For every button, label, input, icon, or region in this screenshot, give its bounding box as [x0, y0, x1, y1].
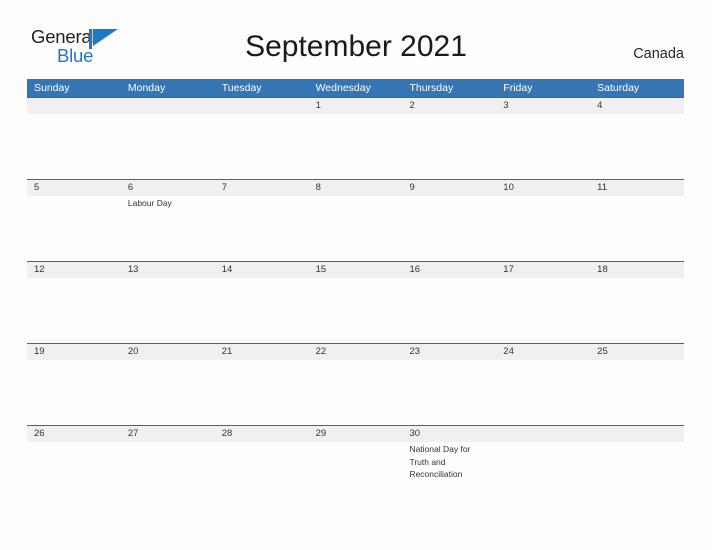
- day-number: 10: [503, 182, 514, 193]
- day-number: 12: [34, 264, 45, 275]
- weekday-header-tuesday: Tuesday: [221, 82, 262, 94]
- weekday-header-monday: Monday: [127, 82, 166, 94]
- day-cell[interactable]: 1: [309, 98, 403, 179]
- day-cell[interactable]: 29: [309, 426, 403, 507]
- weekday-header-wednesday: Wednesday: [315, 82, 371, 94]
- day-cell[interactable]: 6 Labour Day: [121, 180, 215, 261]
- day-number: 4: [597, 100, 603, 111]
- day-number: 28: [221, 428, 233, 439]
- day-cell[interactable]: 3: [496, 98, 590, 179]
- day-cell[interactable]: 25: [590, 344, 684, 425]
- day-cell[interactable]: 18: [590, 262, 684, 343]
- day-cell[interactable]: 17: [496, 262, 590, 343]
- calendar-week-row: 1 2 3 4: [27, 97, 684, 179]
- day-cell[interactable]: 23: [402, 344, 496, 425]
- day-number: 2: [409, 100, 415, 111]
- day-cell[interactable]: 13: [121, 262, 215, 343]
- day-number: 11: [597, 182, 608, 193]
- day-number: 8: [315, 182, 321, 193]
- calendar-week-row: 26 27 28 29 30 National Day for Truth an…: [27, 425, 684, 507]
- day-cell[interactable]: [121, 98, 215, 179]
- day-cell[interactable]: 16: [402, 262, 496, 343]
- weekday-header-row: Sunday Monday Tuesday Wednesday Thursday…: [27, 79, 684, 97]
- weekday-header-sunday: Sunday: [34, 82, 70, 94]
- day-number: 5: [34, 182, 40, 193]
- day-number: 3: [503, 100, 509, 111]
- day-cell[interactable]: 28: [215, 426, 309, 507]
- day-number: 7: [221, 182, 228, 193]
- day-number: 27: [127, 428, 139, 439]
- day-number: 16: [409, 264, 421, 275]
- day-cell[interactable]: 30 National Day for Truth and Reconcilia…: [402, 426, 496, 507]
- day-cell[interactable]: 15: [309, 262, 403, 343]
- day-cell[interactable]: 19: [27, 344, 121, 425]
- day-cell[interactable]: 14: [215, 262, 309, 343]
- calendar-week-row: 19 20 21 22 23 24 25: [27, 343, 684, 425]
- day-cell[interactable]: 12: [27, 262, 121, 343]
- day-number: 25: [597, 346, 608, 357]
- day-cell[interactable]: 21: [215, 344, 309, 425]
- page-title: September 2021: [245, 30, 467, 63]
- day-cell[interactable]: 10: [496, 180, 590, 261]
- day-event: Labour Day: [127, 198, 172, 208]
- day-cell[interactable]: 2: [402, 98, 496, 179]
- day-number: 1: [315, 100, 321, 111]
- day-number: 18: [597, 264, 608, 275]
- day-number: 17: [503, 264, 514, 275]
- day-cell[interactable]: [496, 426, 590, 507]
- calendar-week-row: 12 13 14 15 16 17 18: [27, 261, 684, 343]
- day-cell[interactable]: 26: [27, 426, 121, 507]
- day-number: 13: [127, 264, 139, 275]
- day-cell[interactable]: [590, 426, 684, 507]
- day-number: 9: [409, 182, 415, 193]
- day-cell[interactable]: [27, 98, 121, 179]
- day-cell[interactable]: 8: [309, 180, 403, 261]
- day-number: 26: [34, 428, 45, 439]
- day-number: 29: [315, 428, 327, 439]
- day-number: 23: [409, 346, 421, 357]
- day-number: 19: [34, 346, 45, 357]
- day-number: 15: [315, 264, 327, 275]
- day-cell[interactable]: 4: [590, 98, 684, 179]
- day-number: 20: [127, 346, 139, 357]
- country-label: Canada: [633, 46, 684, 62]
- day-number: 6: [127, 182, 134, 193]
- page-header: General Blue September 2021 Canada: [0, 0, 712, 68]
- day-cell[interactable]: 7: [215, 180, 309, 261]
- calendar-grid: Sunday Monday Tuesday Wednesday Thursday…: [27, 79, 684, 507]
- day-number: 30: [409, 428, 421, 439]
- day-number: 22: [315, 346, 327, 357]
- weekday-header-saturday: Saturday: [597, 82, 640, 94]
- day-cell[interactable]: [215, 98, 309, 179]
- day-number: 14: [221, 264, 233, 275]
- day-event: National Day for Truth and Reconciliatio…: [409, 444, 471, 479]
- day-cell[interactable]: 24: [496, 344, 590, 425]
- day-cell[interactable]: 9: [402, 180, 496, 261]
- day-cell[interactable]: 11: [590, 180, 684, 261]
- day-cell[interactable]: 20: [121, 344, 215, 425]
- weekday-header-thursday: Thursday: [409, 82, 454, 94]
- day-number: 24: [503, 346, 514, 357]
- day-cell[interactable]: 5: [27, 180, 121, 261]
- calendar-week-row: 5 6 Labour Day 7 8 9 10 11: [27, 179, 684, 261]
- weekday-header-friday: Friday: [503, 82, 533, 94]
- day-number: 21: [221, 346, 233, 357]
- day-cell[interactable]: 27: [121, 426, 215, 507]
- day-cell[interactable]: 22: [309, 344, 403, 425]
